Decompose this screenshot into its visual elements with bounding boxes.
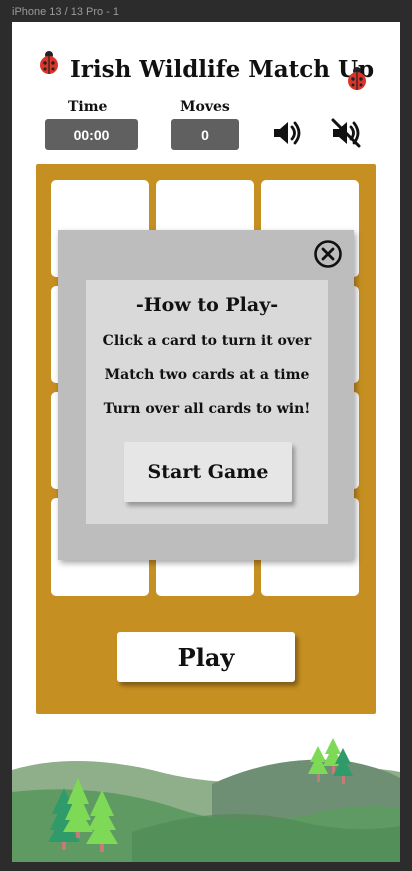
close-icon[interactable] — [313, 239, 343, 269]
speaker-on-icon[interactable] — [270, 116, 304, 150]
instruction-line: Turn over all cards to win! — [103, 401, 311, 417]
modal-title: -How to Play- — [135, 294, 279, 316]
landscape-illustration — [12, 738, 400, 862]
time-label: Time — [68, 99, 108, 115]
instruction-line: Click a card to turn it over — [102, 333, 312, 349]
phone-screen: Irish Wildlife Match Up Time 00:00 Moves… — [12, 22, 400, 862]
instructions-panel: -How to Play- Click a card to turn it ov… — [86, 280, 328, 524]
ladybug-icon — [348, 67, 366, 90]
instruction-line: Match two cards at a time — [104, 367, 310, 383]
moves-display: 0 — [171, 119, 239, 150]
frame-label: iPhone 13 / 13 Pro - 1 — [12, 6, 120, 18]
time-display: 00:00 — [45, 119, 138, 150]
page-title: Irish Wildlife Match Up — [70, 56, 375, 83]
play-button[interactable]: Play — [117, 632, 295, 682]
ladybug-icon — [40, 51, 58, 74]
speaker-muted-icon[interactable] — [329, 116, 363, 150]
moves-label: Moves — [180, 99, 230, 115]
how-to-play-modal: -How to Play- Click a card to turn it ov… — [58, 230, 354, 560]
header: Irish Wildlife Match Up — [12, 51, 400, 92]
start-game-button[interactable]: Start Game — [124, 442, 292, 502]
